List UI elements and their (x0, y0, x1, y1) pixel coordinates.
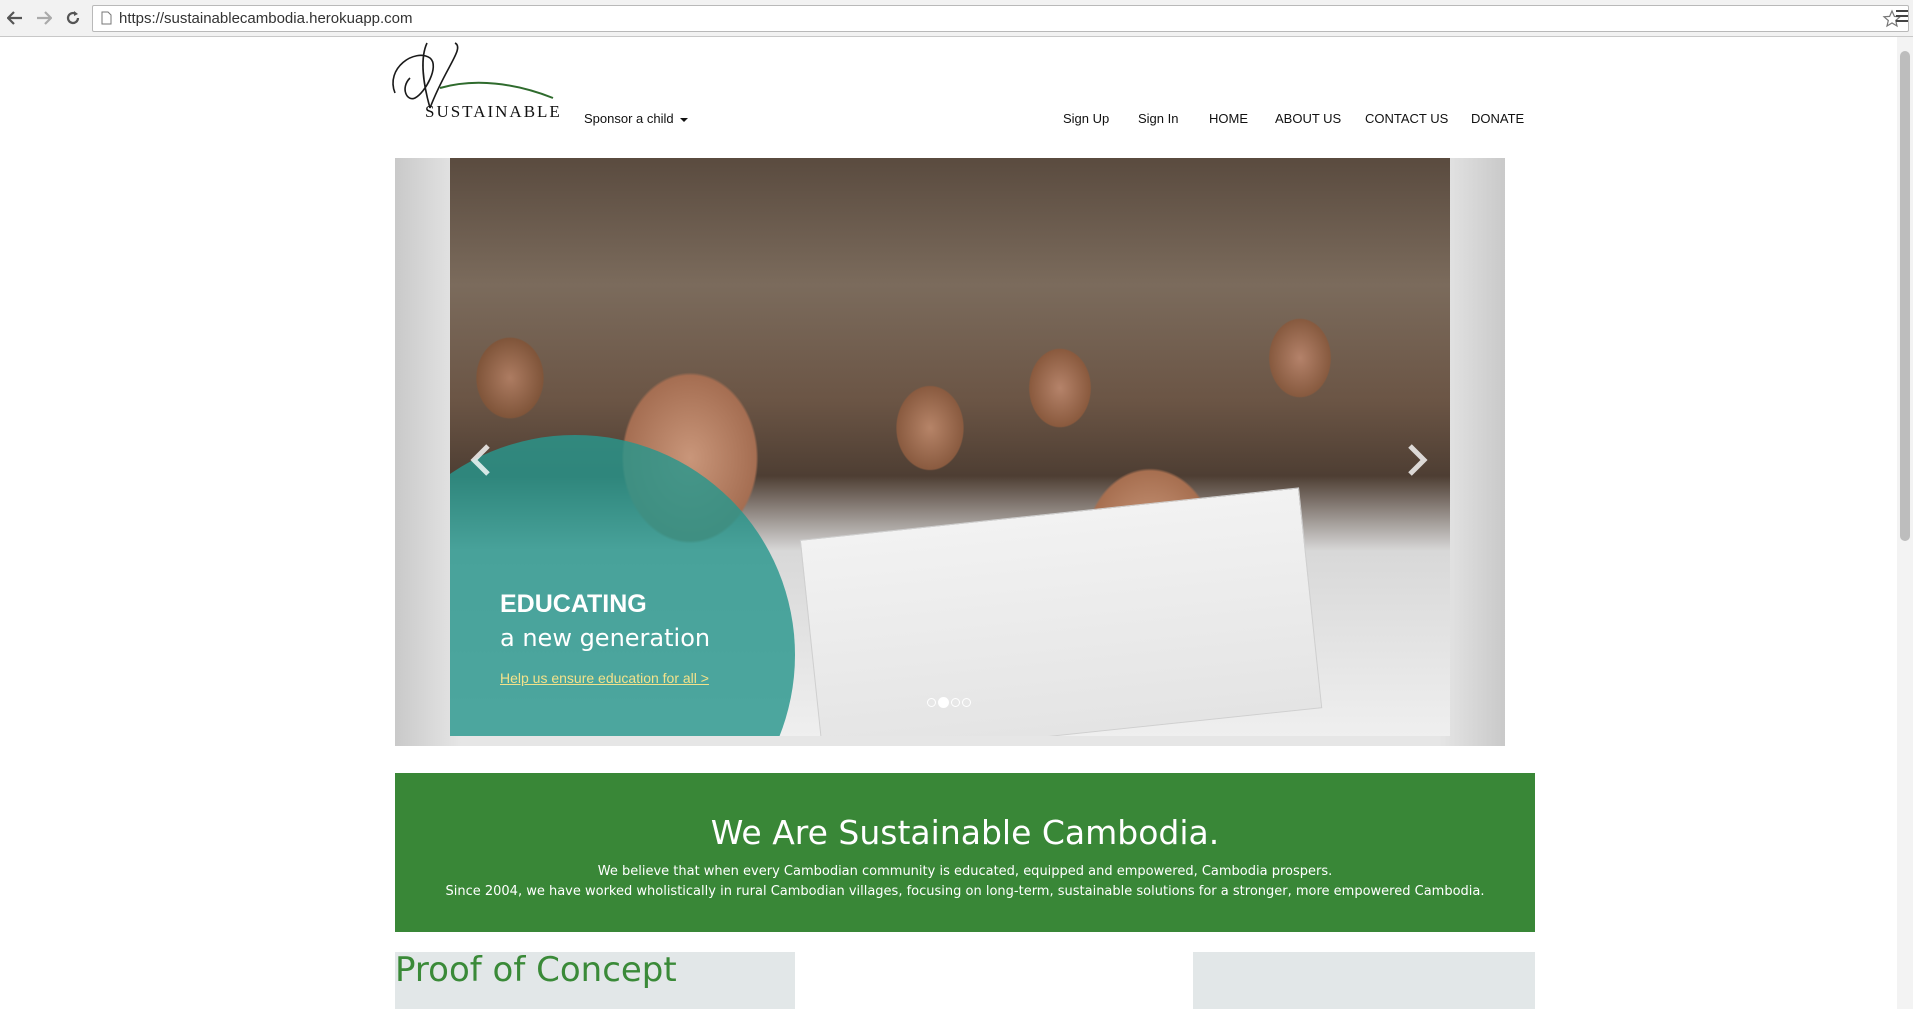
sponsor-dropdown-label: Sponsor a child (584, 111, 674, 126)
map-graphic-right (1193, 952, 1535, 1009)
page-scrollbar[interactable] (1897, 37, 1913, 1009)
banner-text-2: Since 2004, we have worked wholistically… (445, 884, 1485, 899)
nav-donate[interactable]: DONATE (1471, 111, 1524, 126)
reload-icon[interactable] (60, 5, 86, 31)
caption-circle (450, 435, 795, 736)
back-arrow-icon[interactable] (2, 5, 28, 31)
section-title: Proof of Concept (395, 950, 677, 990)
carousel-dot-1[interactable] (927, 698, 936, 707)
banner-text-1: We believe that when every Cambodian com… (597, 864, 1333, 879)
slide-cta-link[interactable]: Help us ensure education for all > (500, 670, 709, 686)
forward-arrow-icon[interactable] (31, 5, 57, 31)
hamburger-menu-icon[interactable] (1895, 9, 1909, 28)
mission-banner: We Are Sustainable Cambodia. We believe … (395, 773, 1535, 932)
nav-home[interactable]: HOME (1209, 111, 1248, 126)
slide-title: EDUCATING (500, 590, 647, 618)
scrollbar-thumb[interactable] (1900, 51, 1910, 541)
nav-contact-us[interactable]: CONTACT US (1365, 111, 1448, 126)
carousel-prev-arrow-icon[interactable] (466, 440, 496, 480)
carousel-indicators (927, 697, 971, 708)
address-bar[interactable]: https://sustainablecambodia.herokuapp.co… (92, 5, 1909, 32)
browser-toolbar: https://sustainablecambodia.herokuapp.co… (0, 0, 1913, 37)
nav-sign-up[interactable]: Sign Up (1063, 111, 1109, 126)
carousel-dot-2[interactable] (938, 697, 949, 708)
carousel-dot-3[interactable] (951, 698, 960, 707)
sponsor-dropdown[interactable]: Sponsor a child (584, 111, 688, 126)
slide-subtitle: a new generation (500, 624, 711, 652)
caret-down-icon (679, 117, 688, 122)
nav-about-us[interactable]: ABOUT US (1275, 111, 1341, 126)
carousel-dot-4[interactable] (962, 698, 971, 707)
notebook-paper (799, 487, 1323, 736)
logo-wordmark: SUSTAINABLE (425, 102, 562, 121)
nav-sign-in[interactable]: Sign In (1138, 111, 1178, 126)
site-logo[interactable]: SUSTAINABLE (385, 38, 565, 128)
url-text[interactable]: https://sustainablecambodia.herokuapp.co… (119, 10, 413, 27)
page-icon (101, 11, 112, 30)
carousel-next-arrow-icon[interactable] (1402, 440, 1432, 480)
banner-title: We Are Sustainable Cambodia. (710, 813, 1220, 852)
